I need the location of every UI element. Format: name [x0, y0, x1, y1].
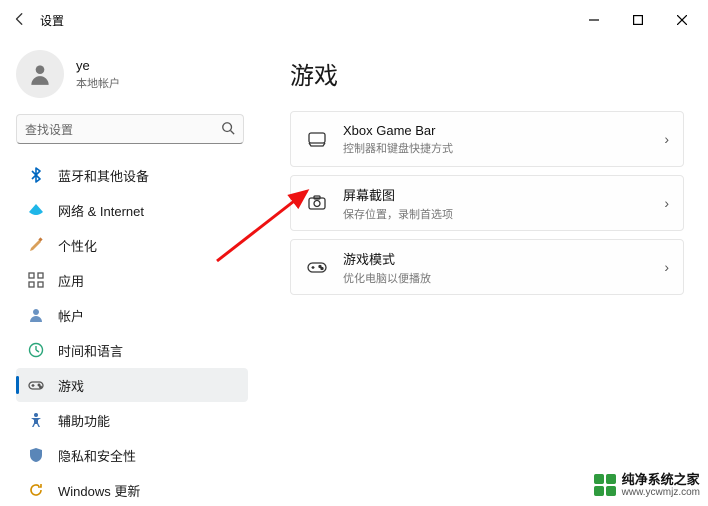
brush-icon [26, 235, 46, 255]
apps-icon [26, 270, 46, 290]
search-input[interactable]: 查找设置 [16, 114, 244, 144]
search-placeholder: 查找设置 [25, 121, 221, 138]
sidebar-item-label: 应用 [58, 271, 84, 290]
sidebar-item-privacy[interactable]: 隐私和安全性 [16, 438, 248, 472]
time-language-icon [26, 340, 46, 360]
wifi-icon [26, 200, 46, 220]
privacy-icon [26, 445, 46, 465]
sidebar: ye 本地帐户 查找设置 蓝牙和其他设备 网络 & Internet [0, 40, 260, 506]
card-subtitle: 优化电脑以便播放 [343, 270, 664, 286]
account-icon [26, 305, 46, 325]
page-title: 游戏 [290, 56, 684, 91]
sidebar-item-accessibility[interactable]: 辅助功能 [16, 403, 248, 437]
titlebar: 设置 [0, 0, 708, 40]
sidebar-nav: 蓝牙和其他设备 网络 & Internet 个性化 应用 [16, 158, 260, 506]
close-button[interactable] [660, 0, 704, 40]
window-controls [572, 0, 704, 40]
sidebar-item-network[interactable]: 网络 & Internet [16, 193, 248, 227]
sidebar-item-label: 辅助功能 [58, 411, 110, 430]
sidebar-item-personalization[interactable]: 个性化 [16, 228, 248, 262]
capture-icon [305, 191, 329, 215]
card-subtitle: 控制器和键盘快捷方式 [343, 140, 664, 156]
user-subtitle: 本地帐户 [76, 75, 120, 91]
sidebar-item-accounts[interactable]: 帐户 [16, 298, 248, 332]
sidebar-item-label: 游戏 [58, 376, 84, 395]
back-button[interactable] [4, 12, 36, 29]
sidebar-item-label: 帐户 [58, 306, 84, 325]
card-xbox-game-bar[interactable]: Xbox Game Bar 控制器和键盘快捷方式 › [290, 111, 684, 167]
search-icon [221, 121, 235, 138]
sidebar-item-label: 网络 & Internet [58, 201, 144, 220]
sidebar-item-update[interactable]: Windows 更新 [16, 473, 248, 506]
chevron-right-icon: › [664, 131, 669, 147]
sidebar-item-bluetooth[interactable]: 蓝牙和其他设备 [16, 158, 248, 192]
chevron-right-icon: › [664, 259, 669, 275]
card-title: 游戏模式 [343, 249, 664, 268]
sidebar-item-label: 时间和语言 [58, 341, 123, 360]
user-name: ye [76, 58, 120, 73]
sidebar-item-label: Windows 更新 [58, 481, 140, 500]
chevron-right-icon: › [664, 195, 669, 211]
sidebar-item-apps[interactable]: 应用 [16, 263, 248, 297]
sidebar-item-gaming[interactable]: 游戏 [16, 368, 248, 402]
card-captures[interactable]: 屏幕截图 保存位置，录制首选项 › [290, 175, 684, 231]
gamemode-icon [305, 255, 329, 279]
card-game-mode[interactable]: 游戏模式 优化电脑以便播放 › [290, 239, 684, 295]
sidebar-item-time-language[interactable]: 时间和语言 [16, 333, 248, 367]
minimize-button[interactable] [572, 0, 616, 40]
card-subtitle: 保存位置，录制首选项 [343, 206, 664, 222]
window-title: 设置 [40, 12, 64, 29]
maximize-button[interactable] [616, 0, 660, 40]
bluetooth-icon [26, 165, 46, 185]
user-block[interactable]: ye 本地帐户 [16, 50, 260, 98]
sidebar-item-label: 个性化 [58, 236, 97, 255]
card-title: 屏幕截图 [343, 185, 664, 204]
sidebar-item-label: 蓝牙和其他设备 [58, 166, 149, 185]
content: 游戏 Xbox Game Bar 控制器和键盘快捷方式 › 屏幕截图 保存位置，… [260, 40, 708, 506]
accessibility-icon [26, 410, 46, 430]
update-icon [26, 480, 46, 500]
gaming-icon [26, 375, 46, 395]
sidebar-item-label: 隐私和安全性 [58, 446, 136, 465]
avatar [16, 50, 64, 98]
card-title: Xbox Game Bar [343, 123, 664, 138]
xbox-icon [305, 127, 329, 151]
